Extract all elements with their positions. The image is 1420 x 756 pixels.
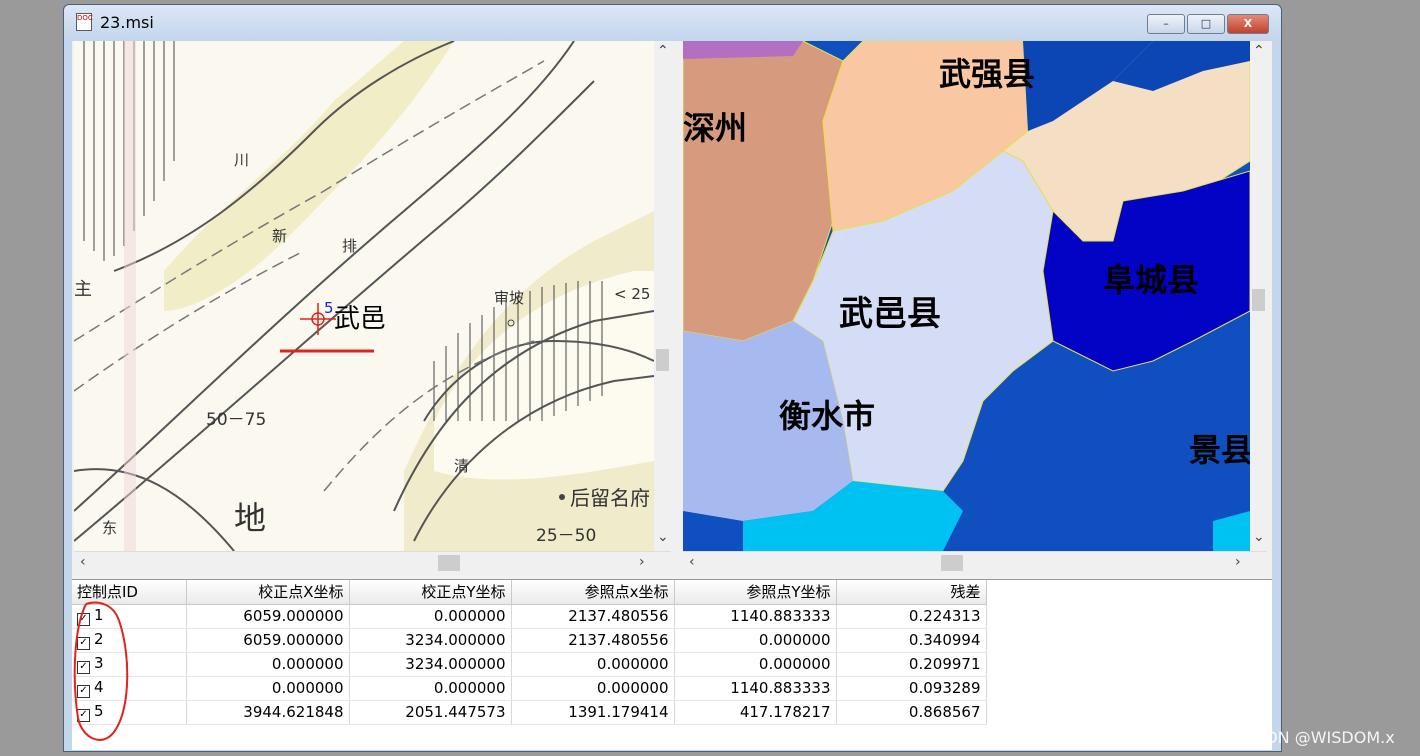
scroll-right-icon[interactable]: › bbox=[1235, 554, 1241, 570]
cx-cell[interactable]: 0.000000 bbox=[186, 676, 350, 701]
table-row[interactable]: ✓ 2 6059.000000 3234.000000 2137.480556 0… bbox=[72, 628, 987, 653]
map-label-lt25: < 25 bbox=[614, 285, 650, 303]
right-map-vertical-scrollbar[interactable]: ⌃ ⌄ bbox=[1250, 41, 1267, 551]
column-header-cx[interactable]: 校正点X坐标 bbox=[186, 580, 350, 605]
rx-cell[interactable]: 0.000000 bbox=[511, 676, 675, 701]
map-label-pai: 排 bbox=[342, 237, 357, 255]
cy-cell[interactable]: 2051.447573 bbox=[349, 700, 512, 725]
scroll-down-icon[interactable]: ⌄ bbox=[1253, 529, 1265, 545]
column-header-ry[interactable]: 参照点Y坐标 bbox=[674, 580, 837, 605]
ry-cell[interactable]: 0.000000 bbox=[674, 628, 837, 653]
map-label-di: 地 bbox=[234, 499, 266, 537]
map-label-wuyi-county: 武邑县 bbox=[839, 294, 941, 334]
map-label-jingxian: 景县 bbox=[1189, 431, 1250, 469]
rx-cell[interactable]: 1391.179414 bbox=[511, 700, 675, 725]
scanned-map-canvas: 5 武邑 新 排 审坡 < 25 50－75 清 地 东 后留名府 25－50 … bbox=[74, 41, 654, 551]
right-map-horizontal-scrollbar[interactable]: ‹ › bbox=[683, 551, 1267, 574]
scanned-map-view[interactable]: 5 武邑 新 排 审坡 < 25 50－75 清 地 东 后留名府 25－50 … bbox=[74, 41, 654, 551]
control-point-number: 5 bbox=[324, 299, 334, 317]
ry-cell[interactable]: 0.000000 bbox=[674, 652, 837, 677]
cx-cell[interactable]: 6059.000000 bbox=[186, 628, 350, 653]
map-label-50-75: 50－75 bbox=[206, 410, 266, 430]
scroll-up-icon[interactable]: ⌃ bbox=[657, 43, 669, 59]
control-point-table: 控制点ID 校正点X坐标 校正点Y坐标 参照点x坐标 参照点Y坐标 残差 ✓ 1 … bbox=[72, 579, 1272, 750]
map-label-zhu: 主 bbox=[74, 279, 92, 300]
residual-cell: 0.093289 bbox=[836, 676, 987, 701]
scroll-thumb[interactable] bbox=[438, 555, 460, 571]
rx-cell[interactable]: 2137.480556 bbox=[511, 628, 675, 653]
map-label-chuan: 川 bbox=[234, 151, 249, 169]
rx-cell[interactable]: 2137.480556 bbox=[511, 604, 675, 629]
map-label-shenpo: 审坡 bbox=[494, 289, 524, 307]
table-row[interactable]: ✓ 5 3944.621848 2051.447573 1391.179414 4… bbox=[72, 700, 987, 725]
map-label-dong: 东 bbox=[102, 519, 117, 537]
cx-cell[interactable]: 3944.621848 bbox=[186, 700, 350, 725]
cy-cell[interactable]: 3234.000000 bbox=[349, 652, 512, 677]
red-annotation-ellipse bbox=[73, 601, 129, 741]
doc-icon: DOC bbox=[76, 13, 93, 31]
map-label-houliu: 后留名府 bbox=[570, 486, 650, 510]
watermark: CSDN @WISDOM.x bbox=[1244, 728, 1395, 747]
map-label-25-50: 25－50 bbox=[536, 526, 596, 546]
close-button[interactable]: X bbox=[1227, 14, 1269, 34]
table-row[interactable]: ✓ 4 0.000000 0.000000 0.000000 1140.88333… bbox=[72, 676, 987, 701]
column-header-cy[interactable]: 校正点Y坐标 bbox=[349, 580, 512, 605]
map-label-wuyi: 武邑 bbox=[334, 304, 386, 334]
table-row[interactable]: ✓ 1 6059.000000 0.000000 2137.480556 1140… bbox=[72, 604, 987, 629]
maximize-button[interactable]: □ bbox=[1187, 14, 1225, 34]
scroll-thumb[interactable] bbox=[656, 349, 669, 371]
vector-map-canvas: 武强县 深州 武邑县 阜城县 衡水市 景县 bbox=[683, 41, 1250, 551]
residual-cell: 0.209971 bbox=[836, 652, 987, 677]
scroll-left-icon[interactable]: ‹ bbox=[689, 554, 695, 570]
scroll-up-icon[interactable]: ⌃ bbox=[1253, 43, 1265, 59]
cx-cell[interactable]: 6059.000000 bbox=[186, 604, 350, 629]
window-title: 23.msi bbox=[100, 13, 154, 32]
map-label-wuqiang: 武强县 bbox=[939, 55, 1035, 93]
column-header-rx[interactable]: 参照点x坐标 bbox=[511, 580, 675, 605]
residual-cell: 0.868567 bbox=[836, 700, 987, 725]
residual-cell: 0.224313 bbox=[836, 604, 987, 629]
cy-cell[interactable]: 0.000000 bbox=[349, 604, 512, 629]
map-label-qing: 清 bbox=[454, 457, 469, 475]
ry-cell[interactable]: 417.178217 bbox=[674, 700, 837, 725]
scroll-right-icon[interactable]: › bbox=[639, 554, 645, 570]
table-header-row: 控制点ID 校正点X坐标 校正点Y坐标 参照点x坐标 参照点Y坐标 残差 bbox=[72, 580, 987, 605]
left-map-horizontal-scrollbar[interactable]: ‹ › bbox=[74, 551, 671, 574]
map-label-hengshui: 衡水市 bbox=[779, 397, 875, 435]
title-bar[interactable]: DOC 23.msi – □ X bbox=[64, 5, 1281, 41]
scroll-thumb[interactable] bbox=[1252, 289, 1265, 311]
column-header-residual[interactable]: 残差 bbox=[836, 580, 987, 605]
window-client: 5 武邑 新 排 审坡 < 25 50－75 清 地 东 后留名府 25－50 … bbox=[72, 41, 1272, 750]
ry-cell[interactable]: 1140.883333 bbox=[674, 676, 837, 701]
residual-cell: 0.340994 bbox=[836, 628, 987, 653]
map-label-xin: 新 bbox=[272, 227, 287, 245]
cy-cell[interactable]: 0.000000 bbox=[349, 676, 512, 701]
cy-cell[interactable]: 3234.000000 bbox=[349, 628, 512, 653]
minimize-button[interactable]: – bbox=[1147, 14, 1185, 34]
cx-cell[interactable]: 0.000000 bbox=[186, 652, 350, 677]
scroll-left-icon[interactable]: ‹ bbox=[80, 554, 86, 570]
vector-map-view[interactable]: 武强县 深州 武邑县 阜城县 衡水市 景县 bbox=[683, 41, 1250, 551]
rx-cell[interactable]: 0.000000 bbox=[511, 652, 675, 677]
document-window: DOC 23.msi – □ X 5 武邑 新 排 审坡 < 25 50－75 … bbox=[63, 4, 1282, 752]
map-label-shenzhou: 深州 bbox=[683, 109, 747, 147]
scroll-thumb[interactable] bbox=[941, 555, 963, 571]
map-label-fucheng: 阜城县 bbox=[1103, 261, 1199, 299]
scroll-down-icon[interactable]: ⌄ bbox=[657, 529, 669, 545]
ry-cell[interactable]: 1140.883333 bbox=[674, 604, 837, 629]
table-row[interactable]: ✓ 3 0.000000 3234.000000 0.000000 0.00000… bbox=[72, 652, 987, 677]
left-map-vertical-scrollbar[interactable]: ⌃ ⌄ bbox=[654, 41, 671, 551]
